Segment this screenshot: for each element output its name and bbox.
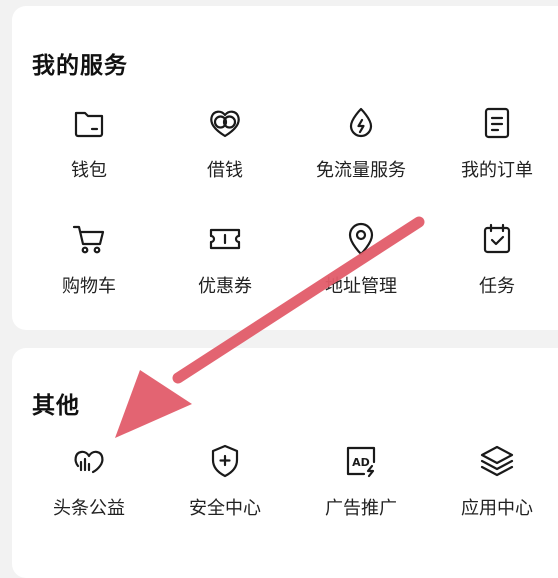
other-label-app-center: 应用中心 bbox=[461, 498, 533, 519]
service-item-cart[interactable]: 购物车 bbox=[21, 220, 157, 330]
service-item-borrow[interactable]: 借钱 bbox=[157, 104, 293, 214]
orders-icon bbox=[478, 104, 516, 142]
other-label-ads: 广告推广 bbox=[325, 498, 397, 519]
other-card: 其他 头条公益 安全中心 AD 广告推广 应用中心 bbox=[12, 348, 558, 578]
layers-icon bbox=[478, 442, 516, 480]
other-label-charity: 头条公益 bbox=[53, 498, 125, 519]
ad-icon: AD bbox=[342, 442, 380, 480]
service-label-address: 地址管理 bbox=[325, 276, 397, 297]
charity-heart-icon bbox=[70, 442, 108, 480]
wallet-icon bbox=[70, 104, 108, 142]
other-item-app-center[interactable]: 应用中心 bbox=[429, 442, 558, 552]
other-item-ads[interactable]: AD 广告推广 bbox=[293, 442, 429, 552]
service-item-orders[interactable]: 我的订单 bbox=[429, 104, 558, 214]
service-label-wallet: 钱包 bbox=[71, 160, 107, 181]
service-label-cart: 购物车 bbox=[62, 276, 116, 297]
service-label-orders: 我的订单 bbox=[461, 160, 533, 181]
shield-icon bbox=[206, 442, 244, 480]
service-label-tasks: 任务 bbox=[479, 276, 515, 297]
other-item-charity[interactable]: 头条公益 bbox=[21, 442, 157, 552]
svg-text:AD: AD bbox=[352, 456, 370, 469]
section-title-my-services: 我的服务 bbox=[32, 53, 128, 79]
service-item-coupon[interactable]: 优惠券 bbox=[157, 220, 293, 330]
service-item-address[interactable]: 地址管理 bbox=[293, 220, 429, 330]
service-item-free-data[interactable]: 免流量服务 bbox=[293, 104, 429, 214]
shopping-cart-icon bbox=[70, 220, 108, 258]
other-label-security: 安全中心 bbox=[189, 498, 261, 519]
service-item-wallet[interactable]: 钱包 bbox=[21, 104, 157, 214]
service-label-coupon: 优惠券 bbox=[198, 276, 252, 297]
free-data-icon bbox=[342, 104, 380, 142]
borrow-money-icon bbox=[206, 104, 244, 142]
service-label-free-data: 免流量服务 bbox=[316, 160, 406, 181]
other-item-security[interactable]: 安全中心 bbox=[157, 442, 293, 552]
service-item-tasks[interactable]: 任务 bbox=[429, 220, 558, 330]
service-label-borrow: 借钱 bbox=[207, 160, 243, 181]
calendar-task-icon bbox=[478, 220, 516, 258]
coupon-icon bbox=[206, 220, 244, 258]
my-services-card: 我的服务 钱包 借钱 免流量服务 我的订单 购物车 优惠券 地址管理 任务 bbox=[12, 6, 558, 330]
location-pin-icon bbox=[342, 220, 380, 258]
section-title-other: 其他 bbox=[32, 393, 80, 419]
